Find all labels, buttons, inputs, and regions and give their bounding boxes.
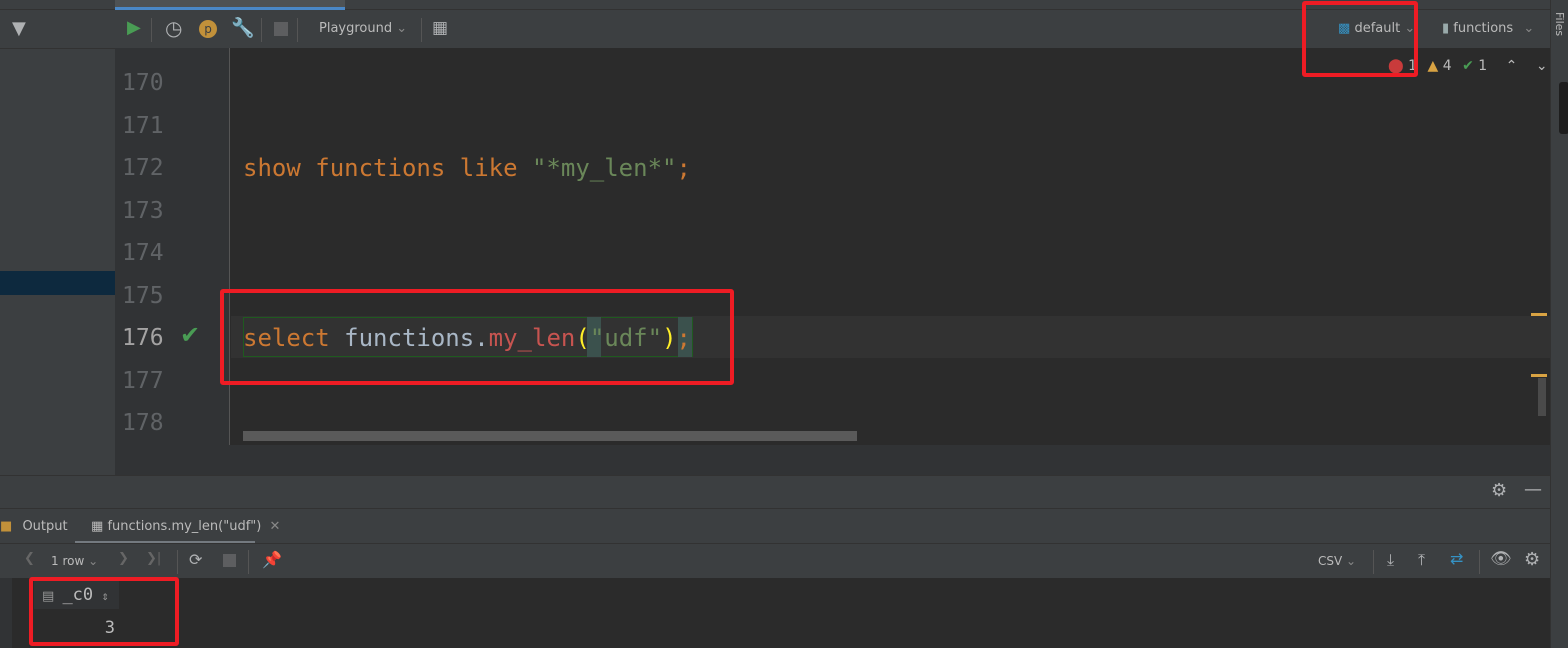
run-icon[interactable]: ▶ (127, 17, 141, 38)
line-number: 178 (122, 410, 164, 436)
vertical-scrollbar[interactable] (1538, 378, 1546, 416)
warning-icon: ▲ (1427, 58, 1439, 74)
output-icon: ■ (0, 519, 13, 534)
next-highlight-icon[interactable]: ⌄ (1536, 58, 1548, 74)
selected-tree-item[interactable] (0, 271, 115, 295)
stop-icon[interactable] (223, 554, 236, 567)
horizontal-scrollbar[interactable] (243, 431, 857, 441)
compare-icon[interactable]: ⇄ (1450, 549, 1463, 568)
line-number: 171 (122, 112, 164, 139)
results-toolbar: ❮ 1 row ⌄ ❯ ❯| ⟳ 📌 CSV ⌄ ⤓ ⤒ ⇄ 👁 ⚙ (0, 543, 1550, 578)
console-selector[interactable]: Playground ⌄ (319, 21, 407, 36)
code-token: "*my_len*" (531, 154, 677, 182)
settings-gear-icon[interactable]: ⚙ (1491, 480, 1507, 501)
table-icon: ▦ (91, 519, 104, 534)
right-tool-strip: Files (1550, 0, 1568, 648)
annotation-box-query (220, 289, 734, 385)
code-token: ; (676, 154, 691, 182)
results-tabs: ■ Output ▦ functions.my_len("udf") ✕ (0, 508, 1550, 543)
editor-bottom-band (115, 445, 1550, 475)
upload-icon[interactable]: ⤒ (1418, 550, 1425, 570)
tab-query-result[interactable]: ▦ functions.my_len("udf") ✕ (75, 509, 280, 543)
refresh-icon[interactable]: ⟳ (189, 550, 202, 569)
row-number-column (0, 578, 12, 648)
chevron-down-icon: ⌄ (1523, 21, 1535, 36)
files-tool-button[interactable]: Files (1553, 12, 1566, 36)
line-number: 176 (122, 325, 164, 351)
table-view-icon[interactable]: ▦ (432, 18, 448, 38)
code-token: show functions like (243, 154, 532, 182)
filter-icon[interactable]: ▼ (12, 18, 26, 39)
sql-editor[interactable] (231, 48, 1550, 445)
view-eye-icon[interactable]: 👁 (1490, 549, 1512, 569)
chevron-down-icon: ⌄ (396, 21, 408, 36)
database-explorer-panel (0, 48, 115, 475)
services-panel-header: ⚙ — (0, 475, 1550, 508)
success-checkmark-icon: ✔ (180, 321, 201, 349)
transaction-mode-icon[interactable]: p (199, 20, 217, 38)
previous-highlight-icon[interactable]: ⌃ (1506, 58, 1518, 74)
minimize-icon[interactable]: — (1524, 479, 1542, 500)
line-number: 174 (122, 240, 164, 266)
close-tab-icon[interactable]: ✕ (269, 519, 280, 534)
annotation-box-result (29, 577, 179, 646)
line-number: 177 (122, 367, 164, 394)
previous-page-icon[interactable]: ❮ (24, 551, 35, 566)
last-page-icon[interactable]: ❯| (146, 551, 161, 566)
row-count-selector[interactable]: 1 row ⌄ (51, 554, 98, 568)
next-page-icon[interactable]: ❯ (118, 551, 129, 566)
code-line[interactable]: show functions like "*my_len*"; (243, 153, 691, 183)
line-number: 170 (122, 70, 164, 96)
stop-icon[interactable] (274, 22, 288, 36)
settings-gear-icon[interactable]: ⚙ (1524, 549, 1540, 570)
active-editor-tab[interactable] (115, 0, 345, 10)
datasource-plug-icon: ▮ (1442, 21, 1450, 36)
chevron-down-icon: ⌄ (88, 554, 99, 568)
download-icon[interactable]: ⤓ (1387, 550, 1394, 570)
memory-indicator (1559, 82, 1568, 134)
result-grid: ▤ _c0 ⇕ 3 (0, 578, 1550, 648)
line-number: 173 (122, 197, 164, 224)
export-format-selector[interactable]: CSV ⌄ (1318, 554, 1356, 568)
tab-output[interactable]: ■ Output (0, 519, 68, 534)
chevron-down-icon: ⌄ (1346, 554, 1357, 568)
history-icon[interactable]: ◷ (165, 16, 182, 40)
session-selector[interactable]: ▮ functions ⌄ (1442, 21, 1534, 36)
wrench-icon[interactable]: 🔧 (231, 16, 255, 39)
typo-ok-icon: ✔ (1462, 58, 1474, 74)
line-number: 175 (122, 282, 164, 309)
line-number: 172 (122, 155, 164, 181)
error-stripe-mark (1531, 374, 1547, 377)
error-stripe-mark (1531, 313, 1547, 316)
annotation-box-schema (1302, 1, 1418, 77)
pin-icon[interactable]: 📌 (262, 550, 282, 569)
